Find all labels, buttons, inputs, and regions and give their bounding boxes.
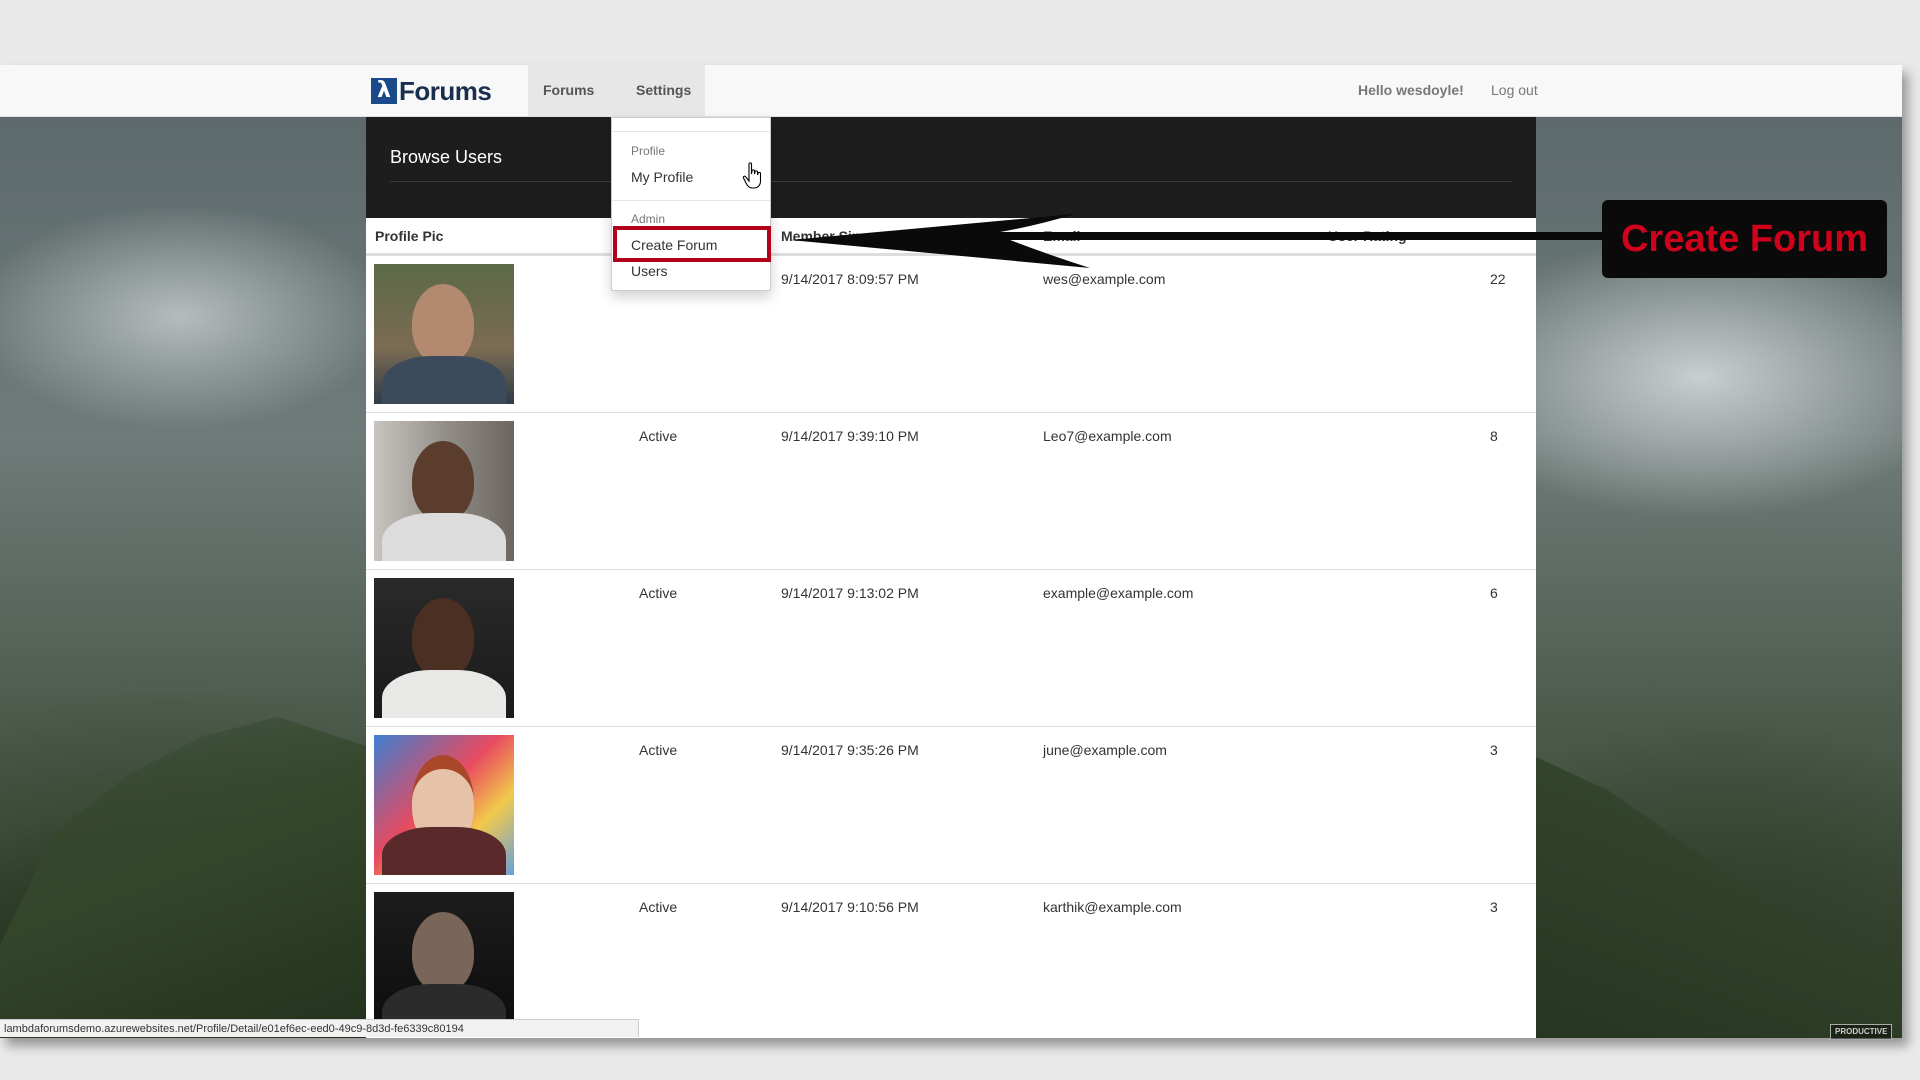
profile-pic-face	[412, 441, 474, 521]
annotation-callout: Create Forum	[1602, 200, 1887, 278]
menu-item-users[interactable]: Users	[631, 263, 668, 279]
email: june@example.com	[1043, 742, 1167, 758]
email: wes@example.com	[1043, 271, 1166, 287]
profile-pic[interactable]	[374, 578, 514, 718]
member-since: 9/14/2017 9:13:02 PM	[781, 585, 919, 601]
nav-settings-dropdown-toggle[interactable]: Settings	[621, 65, 705, 145]
page-header: Browse Users	[366, 117, 1536, 218]
profile-pic[interactable]	[374, 264, 514, 404]
nav-forums-link[interactable]: Forums	[528, 65, 621, 116]
member-since: 9/14/2017 9:35:26 PM	[781, 742, 919, 758]
dropdown-divider	[612, 200, 770, 201]
column-header-email: Email	[1043, 228, 1081, 244]
status-bar-url: lambdaforumsdemo.azurewebsites.net/Profi…	[0, 1019, 639, 1037]
profile-pic-face	[412, 912, 474, 992]
table-header: Profile Pic Member Since Email User Rati…	[366, 218, 1536, 255]
profile-pic-shirt	[382, 670, 506, 718]
status: Active	[639, 585, 678, 601]
dropdown-divider	[612, 131, 770, 132]
hand-cursor-icon	[742, 162, 762, 189]
column-header-profile-pic: Profile Pic	[375, 228, 444, 244]
table-row: Active 9/14/2017 9:39:10 PM Leo7@example…	[366, 412, 1536, 569]
member-since: 9/14/2017 9:10:56 PM	[781, 899, 919, 915]
user-rating: 22	[1490, 271, 1506, 287]
email: example@example.com	[1043, 585, 1194, 601]
profile-pic[interactable]	[374, 892, 514, 1032]
profile-pic-face	[412, 598, 474, 678]
brand-text: Forums	[399, 75, 492, 106]
profile-pic-shirt	[382, 513, 506, 561]
user-greeting[interactable]: Hello wesdoyle!	[1358, 65, 1464, 116]
header-divider	[390, 181, 1512, 182]
users-table: Profile Pic Member Since Email User Rati…	[366, 218, 1536, 1038]
user-rating: 3	[1490, 742, 1498, 758]
column-header-member-since: Member Since	[781, 228, 876, 244]
profile-pic[interactable]	[374, 735, 514, 875]
annotation-text: Create Forum	[1620, 217, 1869, 260]
top-navbar: λ Forums Forums Settings Hello wesdoyle!…	[0, 65, 1902, 145]
profile-pic-shirt	[382, 827, 506, 875]
mountain-ridge-right	[1536, 757, 1902, 1038]
page-title: Browse Users	[390, 147, 503, 167]
watermark-badge: PRODUCTIVE	[1830, 1024, 1893, 1040]
menu-item-my-profile[interactable]: My Profile	[631, 169, 693, 185]
profile-pic-shirt	[382, 356, 506, 404]
profile-pic-face	[412, 284, 474, 364]
column-header-user-rating: User Rating	[1328, 228, 1407, 244]
email: Leo7@example.com	[1043, 428, 1172, 444]
email: karthik@example.com	[1043, 899, 1182, 915]
status: Active	[639, 742, 678, 758]
member-since: 9/14/2017 9:39:10 PM	[781, 428, 919, 444]
logout-link[interactable]: Log out	[1491, 65, 1538, 116]
nav-settings-label: Settings	[636, 82, 692, 98]
table-row: Active 9/14/2017 9:10:56 PM karthik@exam…	[366, 883, 1536, 1038]
status: Active	[639, 899, 678, 915]
dropdown-header-admin: Admin	[631, 212, 666, 226]
user-rating: 3	[1490, 899, 1498, 915]
table-row: 9/14/2017 8:09:57 PM wes@example.com 22	[366, 255, 1536, 412]
brand-logo[interactable]: λ Forums	[371, 75, 492, 106]
settings-dropdown-menu: Profile My Profile Admin Create Forum Us…	[611, 117, 771, 291]
dropdown-header-profile: Profile	[631, 144, 666, 158]
member-since: 9/14/2017 8:09:57 PM	[781, 271, 919, 287]
profile-pic[interactable]	[374, 421, 514, 561]
create-forum-highlight-box	[613, 226, 771, 262]
lambda-icon: λ	[371, 78, 397, 104]
user-rating: 8	[1490, 428, 1498, 444]
user-rating: 6	[1490, 585, 1498, 601]
table-row: Active 9/14/2017 9:13:02 PM example@exam…	[366, 569, 1536, 726]
table-row: Active 9/14/2017 9:35:26 PM june@example…	[366, 726, 1536, 883]
status: Active	[639, 428, 678, 444]
mountain-ridge-left	[0, 717, 370, 1038]
